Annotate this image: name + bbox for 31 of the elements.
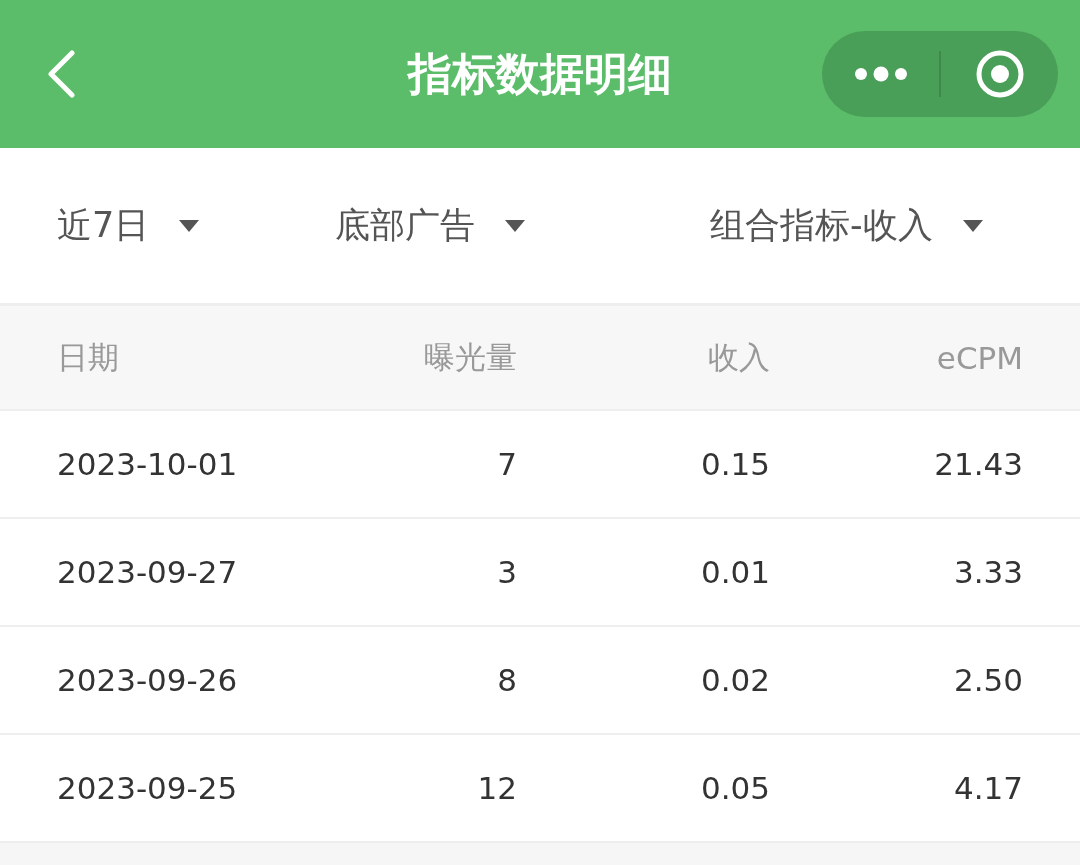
caret-icon bbox=[962, 219, 983, 232]
table-cell-text: 12 bbox=[476, 770, 517, 806]
table-cell-text: 0.15 bbox=[699, 446, 770, 482]
table-cell-text: 7 bbox=[496, 446, 517, 482]
column-header: 日期 bbox=[57, 337, 120, 377]
table-cell-text: 0.05 bbox=[699, 770, 770, 806]
table-cell-text: 0.02 bbox=[699, 662, 770, 698]
table-cell-text: 2023-09-26 bbox=[57, 662, 239, 698]
filter-dropdown[interactable]: 近7日 bbox=[57, 202, 200, 249]
table-cell-text: 21.43 bbox=[933, 446, 1023, 482]
table-cell-text: 3.33 bbox=[952, 554, 1023, 590]
table-cell-text: 2023-09-27 bbox=[57, 554, 239, 590]
table-cell-text: 2023-10-01 bbox=[57, 446, 239, 482]
more-icon bbox=[853, 66, 908, 82]
table-cell-text: 8 bbox=[496, 662, 517, 698]
filter-dropdown[interactable]: 组合指标-收入 bbox=[710, 202, 983, 249]
target-icon bbox=[974, 49, 1025, 99]
caret-icon bbox=[179, 219, 200, 232]
table-cell-text: 2.50 bbox=[952, 662, 1023, 698]
caret-icon bbox=[505, 219, 525, 232]
back-icon bbox=[46, 50, 76, 98]
table-cell-text: 3 bbox=[496, 554, 517, 590]
table-cell-text: 2023-09-25 bbox=[57, 770, 239, 806]
table-cell-text: 0.01 bbox=[699, 554, 770, 590]
filter-dropdown[interactable]: 底部广告 bbox=[335, 202, 525, 249]
table-cell-text: 4.17 bbox=[952, 770, 1023, 806]
column-header: 收入 bbox=[707, 337, 770, 377]
back-button[interactable] bbox=[46, 50, 76, 98]
column-header: eCPM bbox=[935, 339, 1023, 376]
page-title: 指标数据明细 bbox=[406, 46, 673, 101]
column-header: 曝光量 bbox=[423, 337, 517, 377]
